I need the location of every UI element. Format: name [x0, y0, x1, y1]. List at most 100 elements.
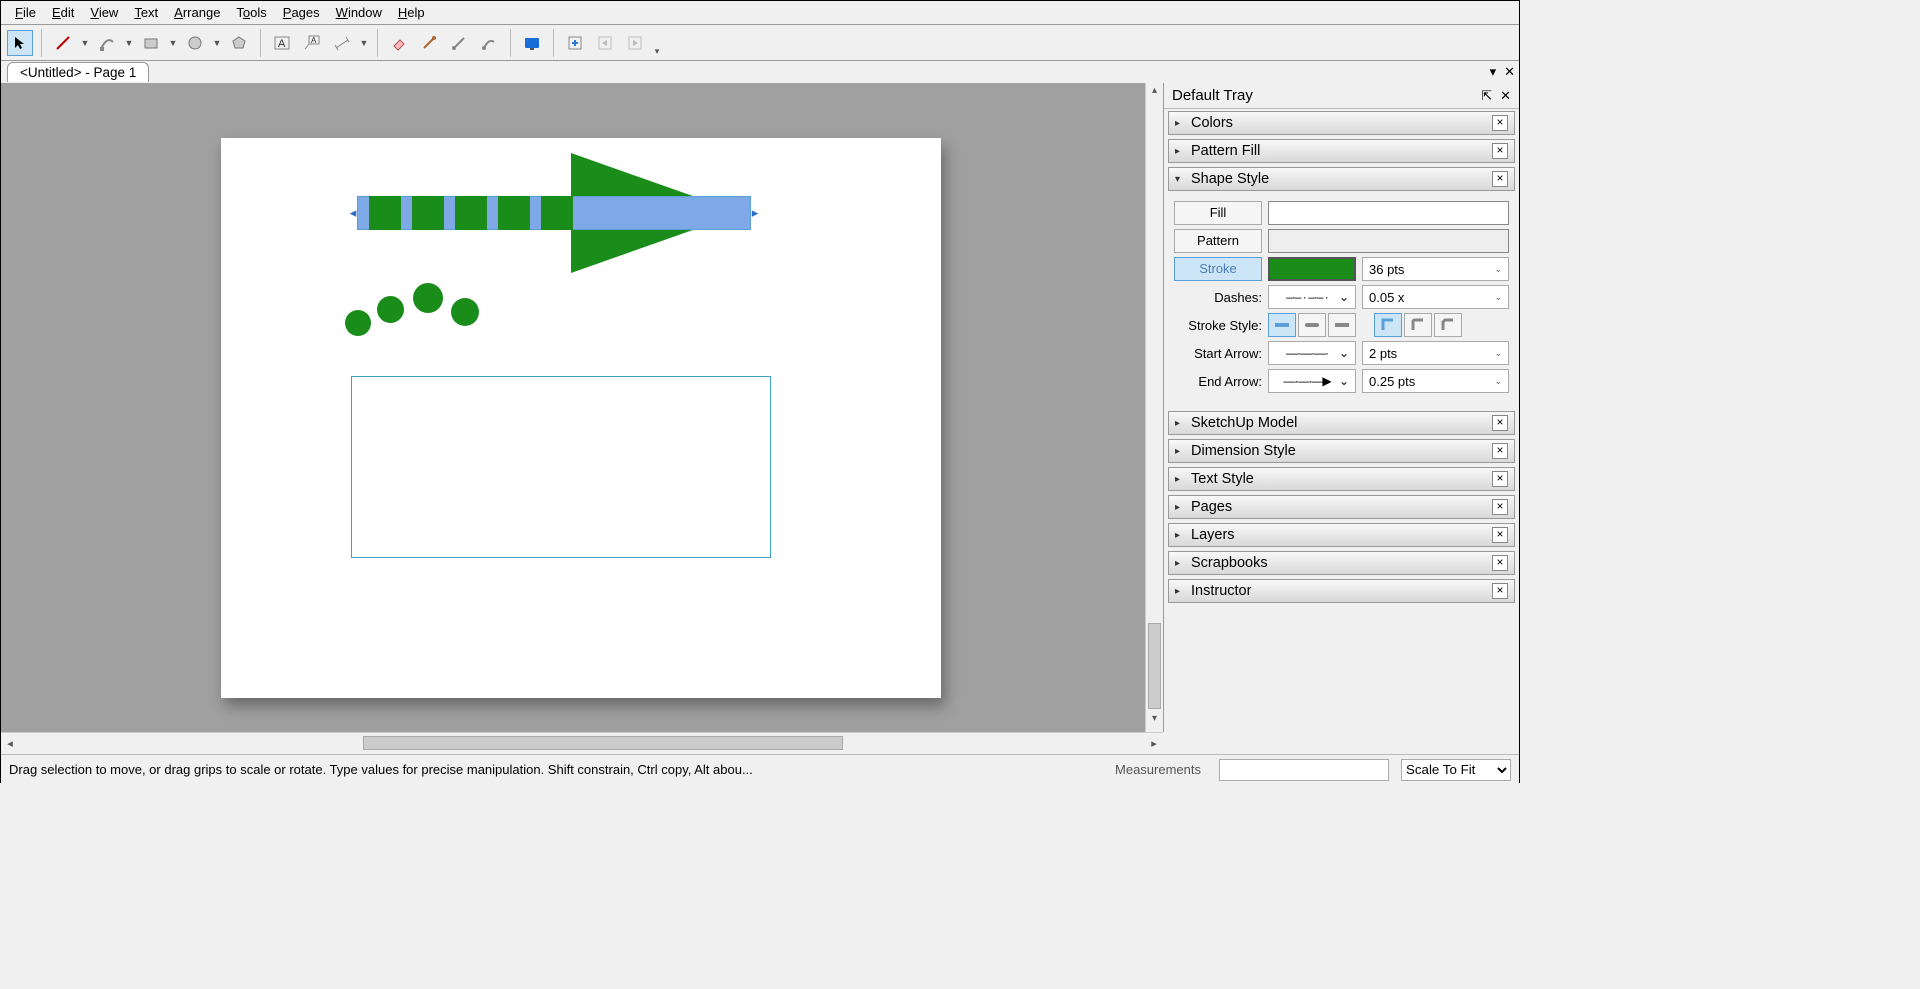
- selection-right-handle[interactable]: ▸: [750, 206, 760, 220]
- text-tool[interactable]: A: [269, 30, 295, 56]
- join-bevel[interactable]: [1434, 313, 1462, 337]
- cap-round[interactable]: [1298, 313, 1326, 337]
- menu-view[interactable]: View: [82, 3, 126, 22]
- presentation-tool[interactable]: [519, 30, 545, 56]
- panel-colors[interactable]: ▸Colors×: [1168, 111, 1515, 135]
- circle-tool[interactable]: [182, 30, 208, 56]
- panel-sketchup-model[interactable]: ▸SketchUp Model×: [1168, 411, 1515, 435]
- default-tray: Default Tray ⇱ ✕ ▸Colors× ▸Pattern Fill×…: [1163, 83, 1519, 732]
- join-tool[interactable]: [476, 30, 502, 56]
- circle-shape[interactable]: [413, 283, 443, 313]
- stroke-width-input[interactable]: 36 pts⌄: [1362, 257, 1509, 281]
- cap-square[interactable]: [1328, 313, 1356, 337]
- line-tool[interactable]: [50, 30, 76, 56]
- next-page-tool[interactable]: [622, 30, 648, 56]
- circle-tool-dropdown[interactable]: ▼: [212, 38, 222, 48]
- tab-close-icon[interactable]: ✕: [1504, 64, 1515, 80]
- panel-close-icon[interactable]: ×: [1492, 583, 1508, 599]
- scroll-right-icon[interactable]: ▸: [1145, 737, 1163, 750]
- dimension-tool[interactable]: [329, 30, 355, 56]
- cap-flat[interactable]: [1268, 313, 1296, 337]
- menu-edit[interactable]: Edit: [44, 3, 82, 22]
- menu-file[interactable]: File: [7, 3, 44, 22]
- panel-close-icon[interactable]: ×: [1492, 143, 1508, 159]
- status-hint: Drag selection to move, or drag grips to…: [9, 762, 753, 777]
- panel-layers[interactable]: ▸Layers×: [1168, 523, 1515, 547]
- selection-left-handle[interactable]: ◂: [348, 206, 358, 220]
- end-arrow-select[interactable]: ―·―·―▶⌄: [1268, 369, 1356, 393]
- fill-toggle[interactable]: Fill: [1174, 201, 1262, 225]
- measurements-input[interactable]: [1219, 759, 1389, 781]
- start-arrow-select[interactable]: ―·―·―·⌄: [1268, 341, 1356, 365]
- panel-dimension-style[interactable]: ▸Dimension Style×: [1168, 439, 1515, 463]
- panel-close-icon[interactable]: ×: [1492, 443, 1508, 459]
- join-round[interactable]: [1404, 313, 1432, 337]
- label-tool[interactable]: A: [299, 30, 325, 56]
- fill-swatch[interactable]: [1268, 201, 1509, 225]
- page-paper[interactable]: ◂ ▸ +: [221, 138, 941, 698]
- polygon-tool[interactable]: [226, 30, 252, 56]
- document-tab[interactable]: <Untitled> - Page 1: [7, 62, 149, 82]
- menu-bar: File Edit View Text Arrange Tools Pages …: [1, 1, 1519, 25]
- horizontal-scrollbar[interactable]: ◂ ▸: [1, 732, 1163, 754]
- tray-pin-icon[interactable]: ⇱: [1481, 88, 1492, 104]
- pattern-toggle[interactable]: Pattern: [1174, 229, 1262, 253]
- tray-close-icon[interactable]: ✕: [1500, 88, 1511, 104]
- scroll-left-icon[interactable]: ◂: [1, 737, 19, 750]
- vertical-scrollbar[interactable]: ▴ ▾: [1145, 83, 1163, 732]
- zoom-select[interactable]: Scale To Fit: [1401, 759, 1511, 781]
- panel-close-icon[interactable]: ×: [1492, 115, 1508, 131]
- menu-window[interactable]: Window: [328, 3, 390, 22]
- panel-close-icon[interactable]: ×: [1492, 471, 1508, 487]
- panel-close-icon[interactable]: ×: [1492, 527, 1508, 543]
- circle-shape[interactable]: [377, 296, 404, 323]
- menu-text[interactable]: Text: [126, 3, 166, 22]
- toolbar-separator: [41, 29, 42, 57]
- panel-pages[interactable]: ▸Pages×: [1168, 495, 1515, 519]
- pattern-swatch[interactable]: [1268, 229, 1509, 253]
- menu-pages[interactable]: Pages: [275, 3, 328, 22]
- select-tool[interactable]: [7, 30, 33, 56]
- line-tool-dropdown[interactable]: ▼: [80, 38, 90, 48]
- panel-close-icon[interactable]: ×: [1492, 171, 1508, 187]
- chevron-down-icon: ⌄: [1494, 292, 1502, 303]
- dashes-select[interactable]: ‒·‒ · ‒·‒ ·⌄: [1268, 285, 1356, 309]
- add-page-tool[interactable]: [562, 30, 588, 56]
- panel-text-style[interactable]: ▸Text Style×: [1168, 467, 1515, 491]
- rectangle-shape[interactable]: [351, 376, 771, 558]
- panel-shape-style[interactable]: ▾Shape Style×: [1168, 167, 1515, 191]
- rectangle-tool-dropdown[interactable]: ▼: [168, 38, 178, 48]
- tray-title-bar[interactable]: Default Tray ⇱ ✕: [1164, 83, 1519, 109]
- panel-instructor[interactable]: ▸Instructor×: [1168, 579, 1515, 603]
- join-miter[interactable]: [1374, 313, 1402, 337]
- menu-tools[interactable]: Tools: [228, 3, 274, 22]
- split-tool[interactable]: [446, 30, 472, 56]
- toolbar-overflow[interactable]: ▾: [652, 46, 662, 57]
- tab-menu-icon[interactable]: ▾: [1490, 64, 1497, 80]
- arc-tool[interactable]: [94, 30, 120, 56]
- style-tool[interactable]: [416, 30, 442, 56]
- previous-page-tool[interactable]: [592, 30, 618, 56]
- scroll-thumb[interactable]: [363, 736, 843, 750]
- circle-shape[interactable]: [451, 298, 479, 326]
- panel-scrapbooks[interactable]: ▸Scrapbooks×: [1168, 551, 1515, 575]
- menu-help[interactable]: Help: [390, 3, 433, 22]
- canvas-area[interactable]: ◂ ▸ + ▴ ▾: [1, 83, 1163, 732]
- start-arrow-size[interactable]: 2 pts⌄: [1362, 341, 1509, 365]
- panel-close-icon[interactable]: ×: [1492, 555, 1508, 571]
- dimension-tool-dropdown[interactable]: ▼: [359, 38, 369, 48]
- dashes-scale-input[interactable]: 0.05 x⌄: [1362, 285, 1509, 309]
- circle-shape[interactable]: [345, 310, 371, 336]
- end-arrow-size[interactable]: 0.25 pts⌄: [1362, 369, 1509, 393]
- panel-pattern-fill[interactable]: ▸Pattern Fill×: [1168, 139, 1515, 163]
- panel-close-icon[interactable]: ×: [1492, 415, 1508, 431]
- toolbar: ▼ ▼ ▼ ▼ A A ▼ ▾: [1, 25, 1519, 61]
- stroke-color-swatch[interactable]: [1268, 257, 1356, 281]
- panel-close-icon[interactable]: ×: [1492, 499, 1508, 515]
- arc-tool-dropdown[interactable]: ▼: [124, 38, 134, 48]
- rectangle-tool[interactable]: [138, 30, 164, 56]
- chevron-down-icon: ⌄: [1339, 374, 1349, 388]
- stroke-toggle[interactable]: Stroke: [1174, 257, 1262, 281]
- menu-arrange[interactable]: Arrange: [166, 3, 228, 22]
- eraser-tool[interactable]: [386, 30, 412, 56]
